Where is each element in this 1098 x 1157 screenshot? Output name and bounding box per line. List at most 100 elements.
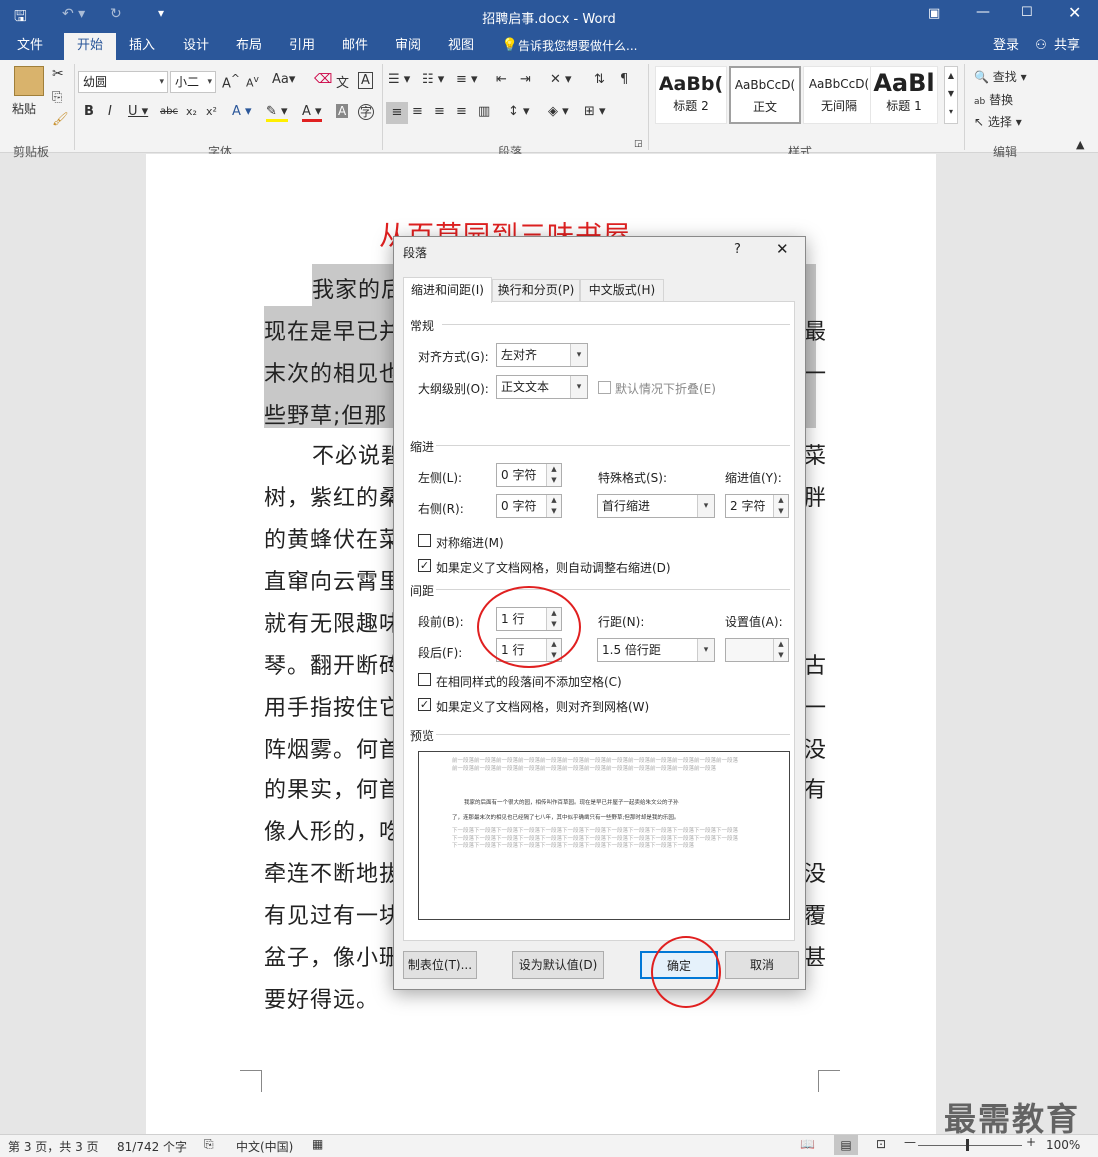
bullets-icon[interactable]: ☰ ▾	[388, 72, 410, 87]
chinese-layout-icon[interactable]: ✕ ▾	[550, 72, 572, 87]
font-color-icon[interactable]: A ▾	[302, 104, 322, 122]
paragraph-dialog-launcher-icon[interactable]: ◲	[634, 139, 643, 149]
shading-icon[interactable]: ◈ ▾	[548, 104, 569, 119]
spacing-at-input[interactable]: ▲ ▼	[725, 638, 789, 662]
zoom-out-icon[interactable]: —	[904, 1135, 916, 1149]
zoom-slider-thumb[interactable]	[966, 1139, 969, 1151]
tab-home[interactable]: 开始	[64, 33, 116, 60]
tab-asian-typography[interactable]: 中文版式(H)	[580, 279, 664, 302]
spinner-icon[interactable]: ▲ ▼	[773, 495, 788, 517]
tab-file[interactable]: 文件	[4, 33, 56, 60]
tab-references[interactable]: 引用	[278, 33, 326, 60]
login-link[interactable]: 登录	[986, 33, 1026, 60]
select-button[interactable]: ↖ 选择 ▾	[974, 113, 1022, 130]
show-marks-icon[interactable]: ¶	[620, 72, 628, 87]
macro-icon[interactable]: ▦	[312, 1137, 323, 1151]
copy-icon[interactable]: ⎘	[52, 90, 62, 105]
style-heading-1[interactable]: AaBl 标题 1	[870, 66, 938, 124]
enclose-char-icon[interactable]: 字	[358, 104, 374, 120]
read-mode-icon[interactable]: 📖	[800, 1137, 815, 1151]
share-button[interactable]: 共享	[1050, 33, 1084, 60]
tell-me-box[interactable]: 告诉我您想要做什么...	[518, 33, 638, 60]
word-count[interactable]: 81/742 个字	[117, 1138, 187, 1155]
alignment-select[interactable]: 左对齐 ▾	[496, 343, 588, 367]
tab-view[interactable]: 视图	[437, 33, 485, 60]
clear-format-icon[interactable]: ⌫	[314, 72, 332, 87]
auto-right-indent-checkbox[interactable]: ✓	[418, 559, 431, 572]
distributed-icon[interactable]: ▥	[478, 104, 490, 119]
style-heading-2[interactable]: AaBb( 标题 2	[655, 66, 727, 124]
align-left-icon[interactable]: ≡	[386, 102, 408, 124]
tab-insert[interactable]: 插入	[118, 33, 166, 60]
subscript-icon[interactable]: x₂	[186, 105, 197, 118]
line-spacing-select[interactable]: 1.5 倍行距 ▾	[597, 638, 715, 662]
cancel-button[interactable]: 取消	[725, 951, 799, 979]
char-shading-icon[interactable]: A	[336, 104, 349, 118]
decrease-indent-icon[interactable]: ⇤	[496, 72, 507, 87]
paste-button[interactable]: 粘贴	[12, 100, 36, 117]
underline-icon[interactable]: U ▾	[128, 104, 148, 119]
special-indent-select[interactable]: 首行缩进 ▾	[597, 494, 715, 518]
font-size-combo[interactable]: 小二 ▾	[170, 71, 216, 93]
styles-scroll[interactable]: ▲ ▼ ▾	[944, 66, 958, 124]
bold-icon[interactable]: B	[84, 104, 94, 119]
style-normal[interactable]: AaBbCcD( 正文	[729, 66, 801, 124]
set-default-button[interactable]: 设为默认值(D)	[512, 951, 604, 979]
change-case-icon[interactable]: Aa▾	[272, 72, 295, 87]
maximize-icon[interactable]: ☐	[1021, 5, 1033, 20]
ribbon-display-icon[interactable]: ▣	[928, 6, 940, 21]
tab-indents-spacing[interactable]: 缩进和间距(I)	[403, 277, 492, 303]
align-right-icon[interactable]: ≡	[434, 104, 445, 119]
tab-layout[interactable]: 布局	[225, 33, 273, 60]
spinner-icon[interactable]: ▲ ▼	[546, 495, 561, 517]
font-name-combo[interactable]: 幼圆 ▾	[78, 71, 168, 93]
shrink-font-icon[interactable]: Av	[246, 74, 259, 90]
char-border-icon[interactable]: A	[358, 72, 373, 89]
language-indicator[interactable]: 中文(中国)	[236, 1138, 293, 1155]
justify-icon[interactable]: ≡	[456, 104, 467, 119]
help-button[interactable]: ?	[734, 242, 741, 257]
tab-mailings[interactable]: 邮件	[331, 33, 379, 60]
print-layout-icon[interactable]: ▤	[834, 1135, 858, 1155]
increase-indent-icon[interactable]: ⇥	[520, 72, 531, 87]
numbering-icon[interactable]: ☷ ▾	[422, 72, 444, 87]
page-count[interactable]: 第 3 页，共 3 页	[8, 1138, 99, 1155]
sort-icon[interactable]: ⇅	[594, 72, 605, 87]
pinyin-icon[interactable]: 文	[336, 72, 349, 91]
find-button[interactable]: 🔍 查找 ▾	[974, 68, 1027, 85]
spinner-icon[interactable]: ▲ ▼	[546, 464, 561, 486]
zoom-level[interactable]: 100%	[1046, 1138, 1080, 1152]
tab-review[interactable]: 审阅	[384, 33, 432, 60]
zoom-slider[interactable]	[918, 1145, 1022, 1146]
tab-design[interactable]: 设计	[172, 33, 220, 60]
dialog-close-icon[interactable]: ✕	[776, 240, 789, 258]
highlight-icon[interactable]: ✎ ▾	[266, 104, 288, 122]
paste-icon[interactable]	[14, 66, 44, 96]
proofing-icon[interactable]: ⎘	[204, 1137, 214, 1152]
multilevel-list-icon[interactable]: ≡ ▾	[456, 72, 478, 87]
collapse-default-checkbox[interactable]	[598, 381, 611, 394]
text-effects-icon[interactable]: A ▾	[232, 104, 252, 119]
line-spacing-icon[interactable]: ↕ ▾	[508, 104, 530, 119]
web-layout-icon[interactable]: ⊡	[876, 1137, 886, 1151]
borders-icon[interactable]: ⊞ ▾	[584, 104, 606, 119]
mirror-indents-checkbox[interactable]	[418, 534, 431, 547]
italic-icon[interactable]: I	[108, 104, 112, 119]
indent-right-input[interactable]: 0 字符 ▲ ▼	[496, 494, 562, 518]
strikethrough-icon[interactable]: abc	[160, 106, 178, 117]
align-center-icon[interactable]: ≡	[412, 104, 423, 119]
outline-level-select[interactable]: 正文文本 ▾	[496, 375, 588, 399]
minimize-icon[interactable]: —	[976, 4, 990, 20]
snap-to-grid-checkbox[interactable]: ✓	[418, 698, 431, 711]
indent-left-input[interactable]: 0 字符 ▲ ▼	[496, 463, 562, 487]
no-space-same-style-checkbox[interactable]	[418, 673, 431, 686]
superscript-icon[interactable]: x²	[206, 105, 217, 118]
close-icon[interactable]: ✕	[1068, 3, 1081, 22]
grow-font-icon[interactable]: A^	[222, 72, 240, 91]
tabs-button[interactable]: 制表位(T)...	[403, 951, 477, 979]
spinner-icon[interactable]: ▲ ▼	[773, 639, 788, 661]
zoom-in-icon[interactable]: +	[1026, 1135, 1036, 1149]
indent-by-input[interactable]: 2 字符 ▲ ▼	[725, 494, 789, 518]
collapse-ribbon-icon[interactable]: ▲	[1076, 138, 1084, 151]
tab-line-page-breaks[interactable]: 换行和分页(P)	[492, 279, 580, 302]
